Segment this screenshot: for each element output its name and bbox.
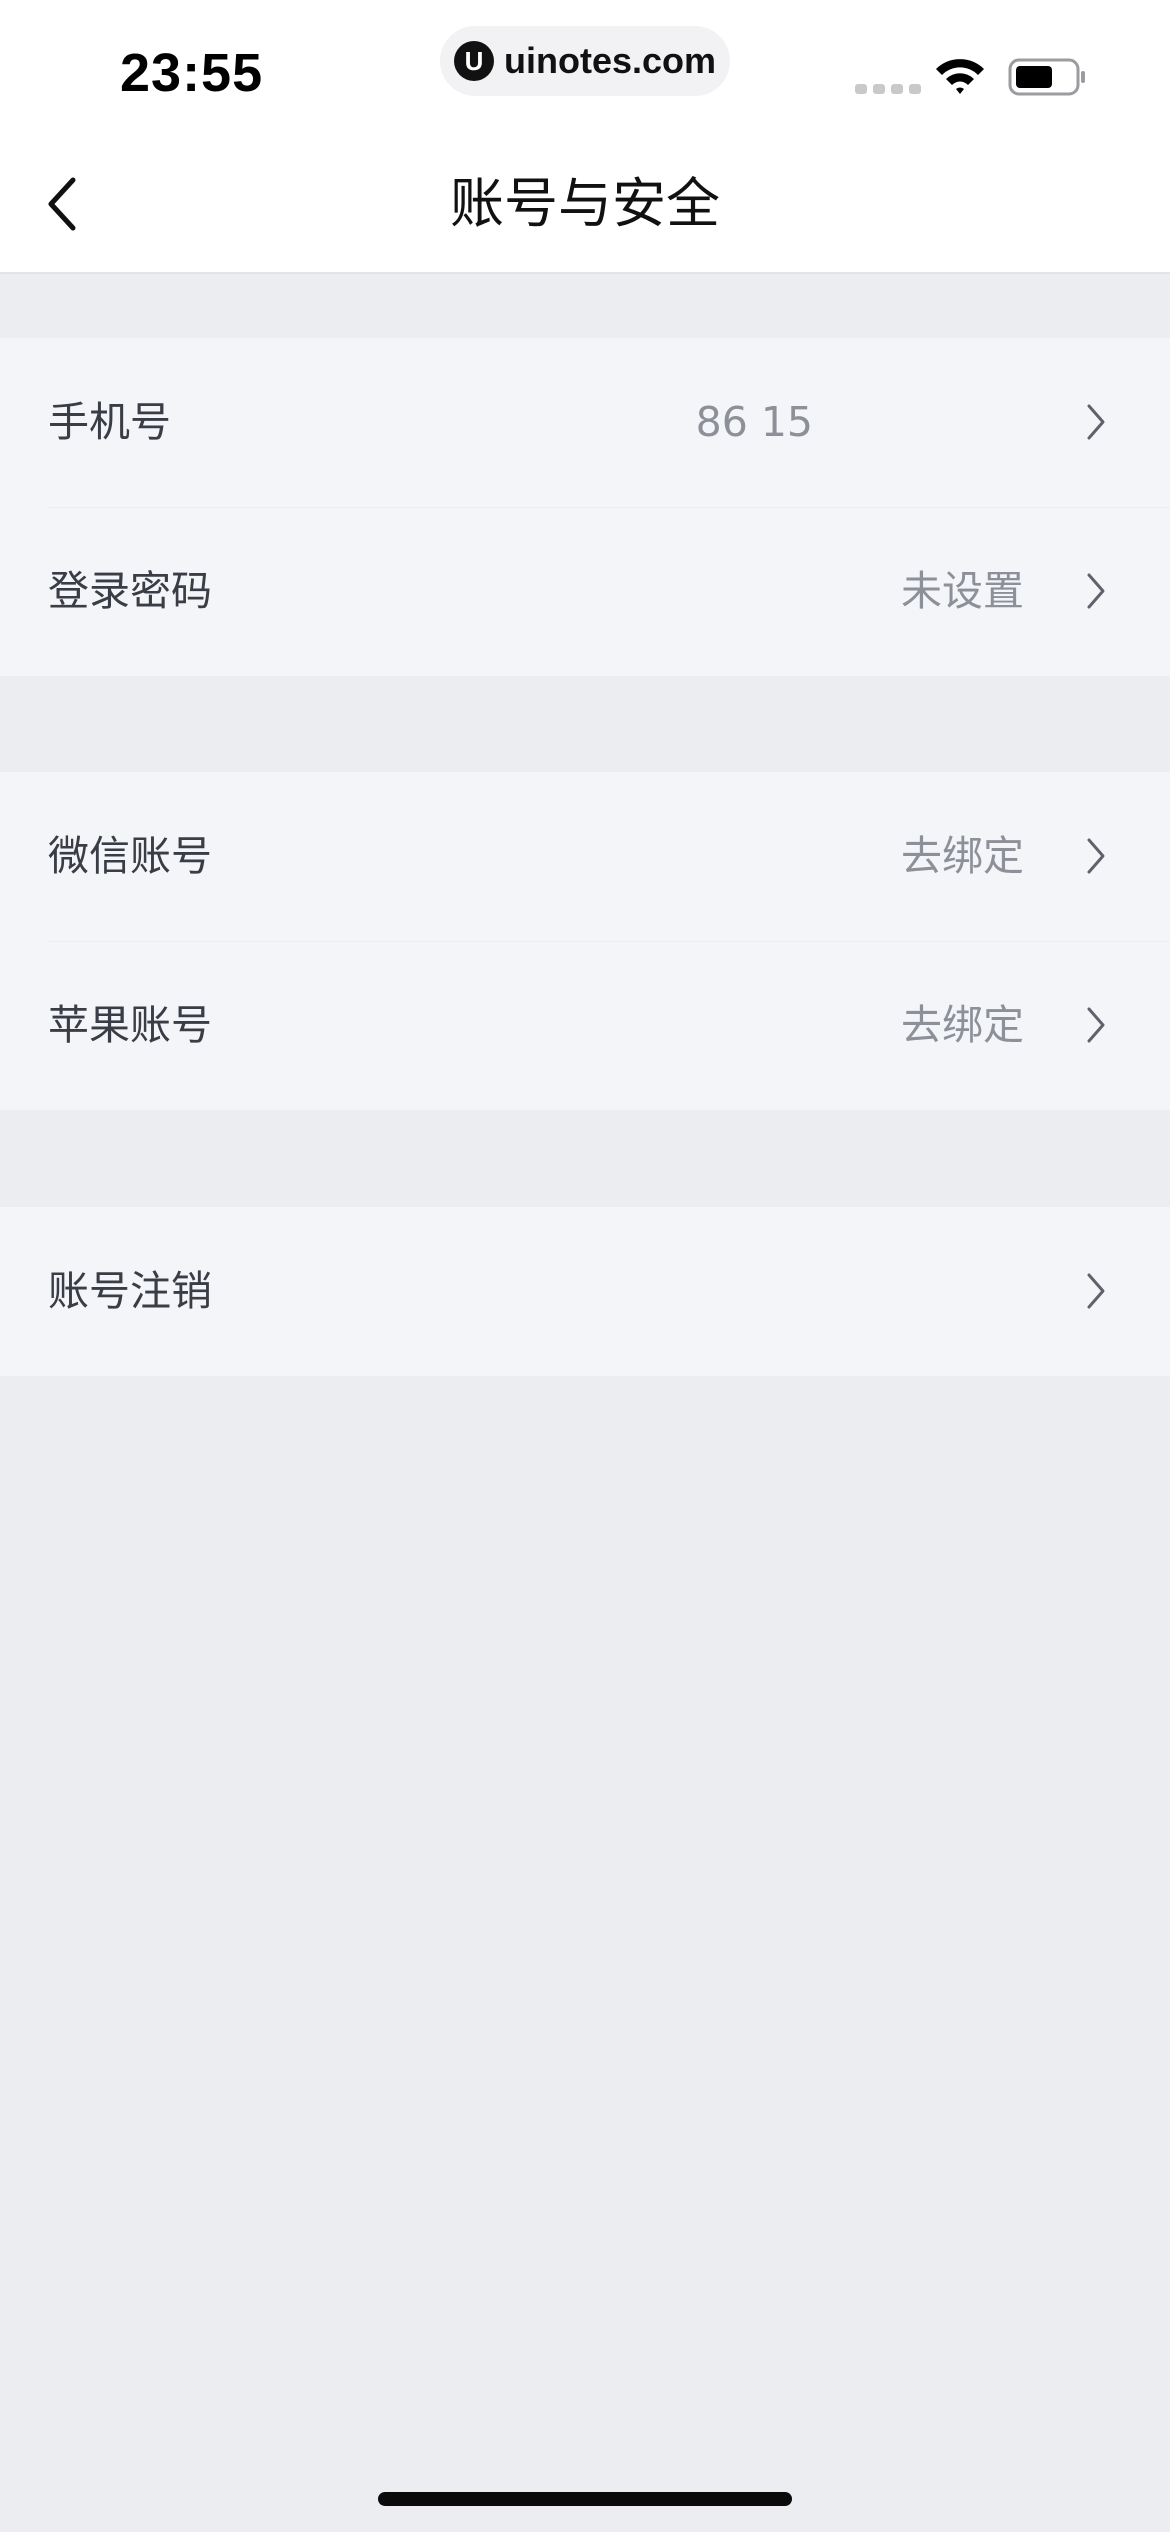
row-phone-number[interactable]: 手机号 86 15: [0, 338, 1170, 507]
chevron-right-icon: [1087, 1273, 1105, 1309]
page-title: 账号与安全: [450, 172, 720, 235]
account-deletion-group: 账号注销: [0, 1207, 1170, 1376]
row-label: 账号注销: [48, 1267, 212, 1315]
chevron-right-icon: [1087, 404, 1105, 440]
row-label: 苹果账号: [48, 1001, 212, 1049]
row-label: 登录密码: [48, 567, 212, 615]
chevron-right-icon: [1087, 1007, 1105, 1043]
row-apple-account[interactable]: 苹果账号 去绑定: [0, 941, 1170, 1110]
row-value: 未设置: [901, 567, 1024, 615]
signal-icon: [855, 84, 921, 94]
row-wechat-account[interactable]: 微信账号 去绑定: [0, 772, 1170, 941]
row-value: 去绑定: [901, 1001, 1024, 1049]
row-value: 86 15: [695, 398, 813, 446]
chevron-right-icon: [1087, 838, 1105, 874]
uinotes-logo-icon: U: [453, 41, 494, 81]
row-value: 去绑定: [901, 832, 1024, 880]
row-login-password[interactable]: 登录密码 未设置: [0, 507, 1170, 676]
row-account-deletion[interactable]: 账号注销: [0, 1207, 1170, 1376]
third-party-accounts-group: 微信账号 去绑定 苹果账号 去绑定: [0, 772, 1170, 1110]
url-text: uinotes.com: [503, 40, 717, 81]
phone-password-group: 手机号 86 15 登录密码 未设置: [0, 338, 1170, 676]
row-label: 微信账号: [48, 832, 212, 880]
chevron-right-icon: [1087, 573, 1105, 609]
url-pill[interactable]: U uinotes.com: [440, 26, 730, 96]
home-indicator: [378, 2492, 792, 2506]
row-label: 手机号: [48, 398, 171, 446]
top-header: 23:55 U uinotes.com 账号与安全: [0, 0, 1170, 274]
battery-icon: [1008, 58, 1085, 96]
status-time: 23:55: [120, 43, 264, 103]
wifi-icon: [936, 59, 984, 94]
